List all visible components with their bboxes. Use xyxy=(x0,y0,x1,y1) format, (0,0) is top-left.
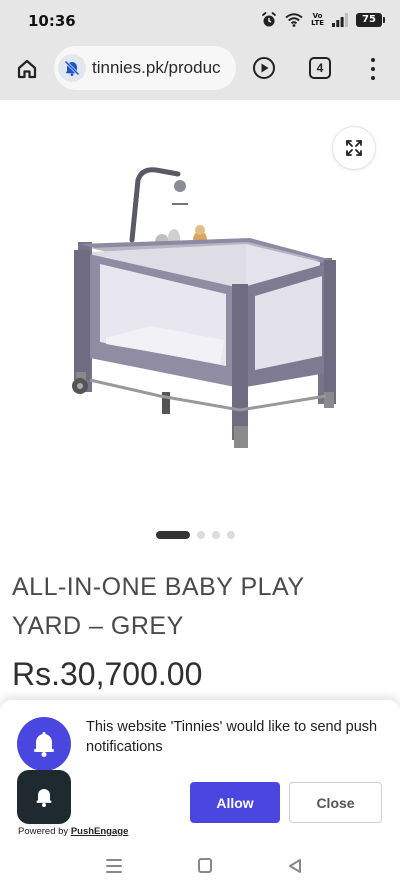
status-bar: 10:36 Vo LTE 75 xyxy=(0,0,400,40)
status-time: 10:36 xyxy=(28,12,76,30)
lte-label: LTE xyxy=(311,19,324,27)
carousel-dot-3[interactable] xyxy=(212,531,220,539)
back-button[interactable] xyxy=(288,858,302,879)
system-nav-bar xyxy=(0,845,400,890)
carousel-dot-2[interactable] xyxy=(197,531,205,539)
powered-by: Powered by PushEngage xyxy=(18,826,128,837)
product-price: Rs.30,700.00 xyxy=(12,656,203,692)
carousel-dot-4[interactable] xyxy=(227,531,235,539)
home-button[interactable] xyxy=(14,56,40,82)
system-home-button[interactable] xyxy=(198,858,212,873)
pushengage-bell-icon xyxy=(17,770,71,824)
browser-toolbar: tinnies.pk/produc 4 xyxy=(0,40,400,100)
page: 10:36 Vo LTE 75 tinnies.pk/produc 4 ALL-… xyxy=(0,0,400,890)
play-button[interactable] xyxy=(252,56,276,80)
volte-indicator: Vo LTE xyxy=(311,13,324,27)
push-message: This website 'Tinnies' would like to sen… xyxy=(86,719,378,755)
powered-by-prefix: Powered by xyxy=(18,826,71,837)
notifications-off-icon xyxy=(64,60,80,76)
alarm-icon xyxy=(261,12,277,28)
play-icon xyxy=(253,57,275,79)
status-icons: Vo LTE 75 xyxy=(261,12,385,28)
allow-button[interactable]: Allow xyxy=(190,782,280,823)
back-icon xyxy=(289,859,301,873)
product-title: ALL-IN-ONE BABY PLAY YARD – GREY xyxy=(12,573,305,640)
carousel-dot-1[interactable] xyxy=(156,531,190,539)
battery-indicator: 75 xyxy=(356,13,385,27)
product-image[interactable] xyxy=(50,160,360,460)
tab-switcher-button[interactable]: 4 xyxy=(309,57,331,79)
close-button[interactable]: Close xyxy=(289,782,382,823)
more-vert-icon[interactable] xyxy=(366,56,380,82)
home-icon xyxy=(17,59,37,79)
url-text: tinnies.pk/produc xyxy=(92,58,221,77)
push-notification-prompt: This website 'Tinnies' would like to sen… xyxy=(0,700,400,845)
signal-icon xyxy=(332,13,348,27)
pushengage-link[interactable]: PushEngage xyxy=(71,826,129,837)
bell-icon xyxy=(17,717,71,771)
address-bar[interactable]: tinnies.pk/produc xyxy=(54,46,236,90)
site-settings-button[interactable] xyxy=(58,54,86,82)
recents-button[interactable] xyxy=(106,859,122,873)
expand-icon xyxy=(346,140,362,156)
image-carousel-indicator xyxy=(156,531,235,539)
wifi-icon xyxy=(285,13,303,27)
